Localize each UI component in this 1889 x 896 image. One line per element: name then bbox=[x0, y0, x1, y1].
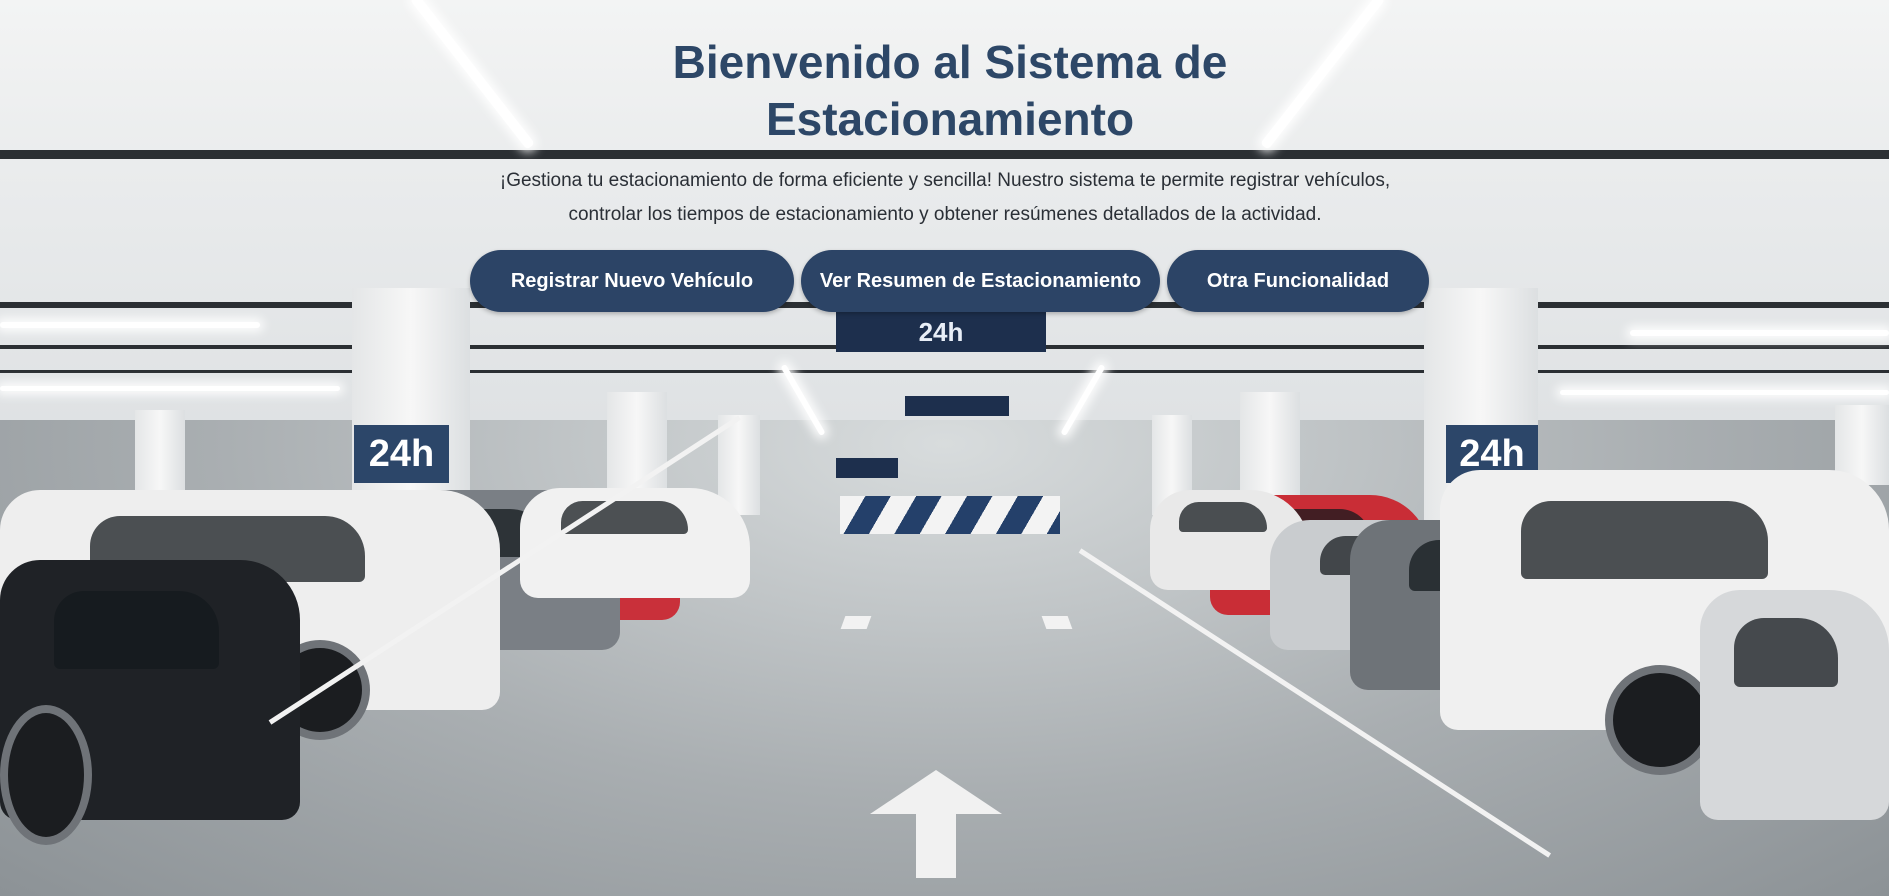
lane-dash bbox=[840, 616, 872, 629]
car-wheel bbox=[1605, 665, 1715, 775]
ceiling-light bbox=[0, 386, 340, 391]
ceiling-light bbox=[0, 322, 260, 328]
striped-wall bbox=[840, 496, 1060, 534]
car-wheel bbox=[0, 705, 92, 845]
car bbox=[1700, 590, 1889, 820]
hanging-sign-small bbox=[905, 396, 1009, 416]
page-title: Bienvenido al Sistema de Estacionamiento bbox=[672, 36, 1228, 145]
register-vehicle-button[interactable]: Registrar Nuevo Vehículo bbox=[470, 250, 794, 312]
pillar bbox=[135, 410, 185, 490]
ceiling-pipe bbox=[0, 150, 1889, 159]
page-description: ¡Gestiona tu estacionamiento de forma ef… bbox=[499, 170, 1391, 225]
ceiling-light bbox=[1630, 330, 1889, 336]
hanging-sign: 24h bbox=[836, 312, 1046, 352]
other-feature-button[interactable]: Otra Funcionalidad bbox=[1167, 250, 1429, 312]
ceiling-pipe bbox=[0, 370, 1889, 373]
car bbox=[520, 488, 750, 598]
pillar-sign: 24h bbox=[354, 425, 449, 483]
wall-sign bbox=[836, 458, 898, 478]
view-summary-button[interactable]: Ver Resumen de Estacionamiento bbox=[801, 250, 1160, 312]
floor-arrow-stem bbox=[916, 812, 956, 878]
lane-dash bbox=[1041, 616, 1073, 629]
ceiling-light bbox=[1560, 390, 1889, 395]
floor-arrow bbox=[870, 770, 1002, 814]
